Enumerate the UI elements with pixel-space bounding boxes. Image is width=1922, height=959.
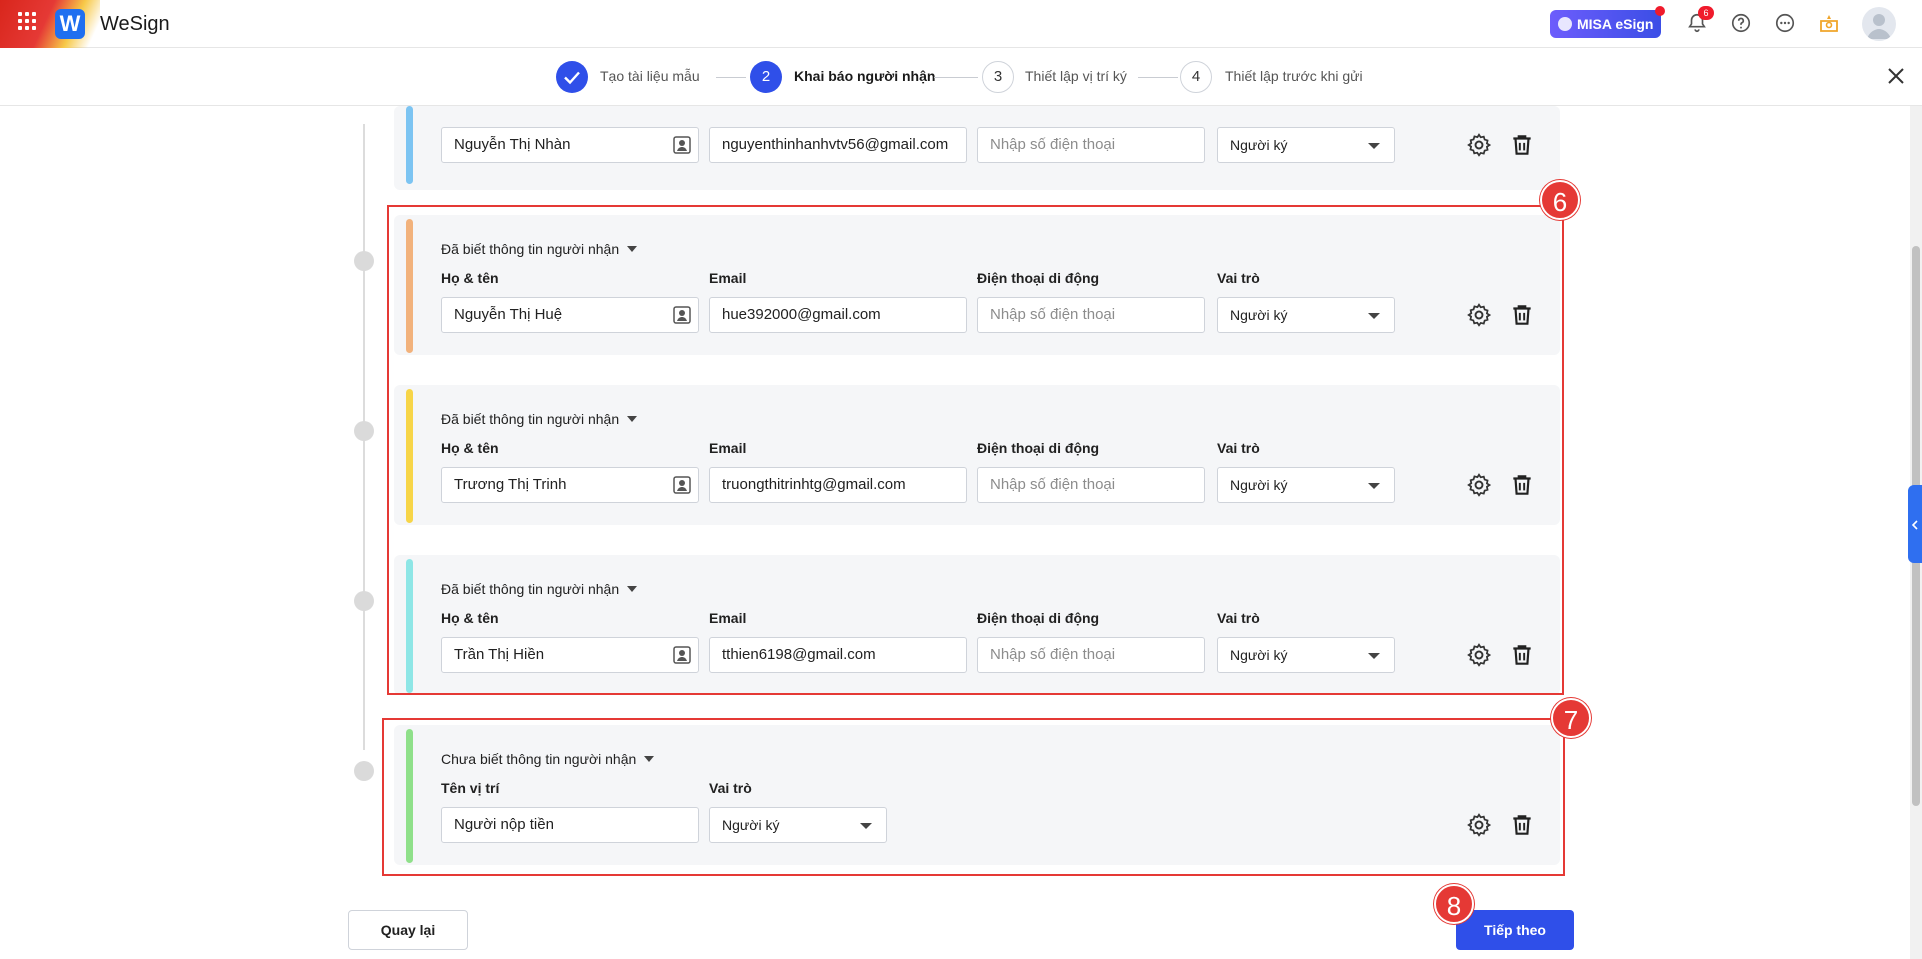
role-select[interactable]: Người ký <box>1217 127 1395 163</box>
timeline-node <box>354 251 374 271</box>
side-panel-toggle[interactable] <box>1908 485 1922 563</box>
settings-gear-icon[interactable] <box>1466 132 1492 158</box>
step-1-check-icon[interactable] <box>556 61 588 93</box>
promotion-icon[interactable] <box>1816 10 1842 36</box>
email-input[interactable]: nguyenthinhanhvtv56@gmail.com <box>709 127 967 163</box>
recipient-color-bar <box>406 106 413 184</box>
annotation-badge-6: 6 <box>1540 180 1580 220</box>
apps-grid-icon[interactable] <box>18 12 36 30</box>
step-connector-3 <box>1138 77 1178 78</box>
step-connector-2 <box>934 77 978 78</box>
step-2-label[interactable]: Khai báo người nhận <box>794 68 935 84</box>
top-bar: W WeSign MISA eSign 6 <box>0 0 1922 48</box>
annotation-badge-8: 8 <box>1434 884 1474 924</box>
recipient-card: Nguyễn Thị Nhàn nguyenthinhanhvtv56@gmai… <box>394 106 1560 190</box>
step-connector-1 <box>716 77 746 78</box>
annotation-badge-7: 7 <box>1551 698 1591 738</box>
misa-alert-dot <box>1655 6 1665 16</box>
app-name: WeSign <box>100 13 170 35</box>
step-4-label[interactable]: Thiết lập trước khi gửi <box>1225 68 1363 84</box>
step-2-number[interactable]: 2 <box>750 61 782 93</box>
misa-esign-button[interactable]: MISA eSign <box>1550 6 1665 38</box>
phone-input[interactable]: Nhập số điện thoại <box>977 127 1205 163</box>
notification-count-badge: 6 <box>1698 6 1714 20</box>
next-button[interactable]: Tiếp theo <box>1456 910 1574 950</box>
wesign-logo[interactable]: W <box>55 9 85 39</box>
timeline-node <box>354 421 374 441</box>
contact-book-icon[interactable] <box>672 135 692 155</box>
progress-stepper: Tạo tài liệu mẫu 2 Khai báo người nhận 3… <box>0 49 1922 106</box>
step-3-label[interactable]: Thiết lập vị trí ký <box>1025 68 1127 84</box>
misa-logo-icon <box>1558 17 1572 31</box>
close-icon[interactable] <box>1884 64 1908 88</box>
highlight-box-known-recipients <box>387 205 1564 695</box>
chevron-down-icon <box>1368 143 1380 149</box>
festive-banner <box>0 0 100 48</box>
back-button[interactable]: Quay lại <box>348 910 468 950</box>
misa-esign-label: MISA eSign <box>1577 16 1654 32</box>
highlight-box-unknown-recipient <box>382 718 1565 876</box>
step-3-number[interactable]: 3 <box>982 61 1014 93</box>
delete-trash-icon[interactable] <box>1509 132 1535 158</box>
step-1-label[interactable]: Tạo tài liệu mẫu <box>600 68 700 84</box>
timeline-node <box>354 761 374 781</box>
notification-bell-icon[interactable]: 6 <box>1684 6 1714 36</box>
full-name-input[interactable]: Nguyễn Thị Nhàn <box>441 127 699 163</box>
user-avatar[interactable] <box>1862 7 1896 41</box>
more-options-icon[interactable] <box>1772 10 1798 36</box>
help-icon[interactable] <box>1728 10 1754 36</box>
step-4-number[interactable]: 4 <box>1180 61 1212 93</box>
timeline-node <box>354 591 374 611</box>
